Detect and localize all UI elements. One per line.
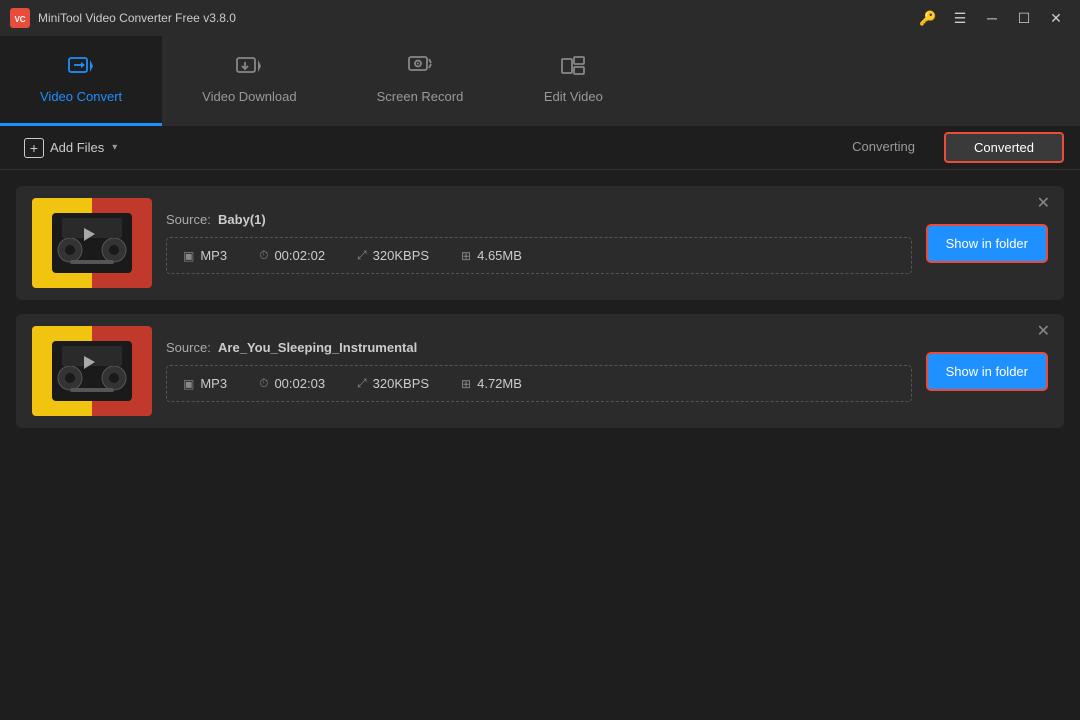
app-title: MiniTool Video Converter Free v3.8.0: [38, 11, 914, 25]
tab-edit-video-label: Edit Video: [544, 89, 603, 104]
title-bar: VC MiniTool Video Converter Free v3.8.0 …: [0, 0, 1080, 36]
duration-1: ⏱ 00:02:02: [259, 248, 325, 263]
close-card-2[interactable]: ✕: [1037, 324, 1050, 340]
file-card-1: Source: Baby(1) ▣ MP3 ⏱ 00:02:02 ⤢ 320KB…: [16, 186, 1064, 300]
filesize-icon-2: ⊞: [461, 377, 471, 391]
close-button[interactable]: ✕: [1042, 7, 1070, 29]
minimize-button[interactable]: ─: [978, 7, 1006, 29]
close-card-1[interactable]: ✕: [1037, 196, 1050, 212]
file-info-1: Source: Baby(1) ▣ MP3 ⏱ 00:02:02 ⤢ 320KB…: [166, 212, 912, 274]
bitrate-icon-2: ⤢: [357, 376, 367, 391]
bitrate-1: ⤢ 320KBPS: [357, 248, 429, 263]
duration-icon-1: ⏱: [259, 248, 268, 263]
menu-button[interactable]: ☰: [946, 7, 974, 29]
format-1: ▣ MP3: [183, 248, 227, 263]
svg-text:VC: VC: [14, 15, 25, 24]
format-icon-2: ▣: [183, 377, 194, 391]
window-controls: 🔑 ☰ ─ ☐ ✕: [914, 7, 1070, 29]
duration-icon-2: ⏱: [259, 376, 268, 391]
filesize-2: ⊞ 4.72MB: [461, 376, 522, 391]
video-download-icon: [236, 55, 262, 83]
app-icon: VC: [10, 8, 30, 28]
source-line-1: Source: Baby(1): [166, 212, 912, 227]
tab-video-download-label: Video Download: [202, 89, 296, 104]
maximize-button[interactable]: ☐: [1010, 7, 1038, 29]
format-2: ▣ MP3: [183, 376, 227, 391]
add-files-button[interactable]: + Add Files ▾: [16, 134, 125, 162]
show-in-folder-button-1[interactable]: Show in folder: [926, 224, 1048, 263]
source-name-2: Are_You_Sleeping_Instrumental: [218, 340, 417, 355]
edit-video-icon: [560, 55, 586, 83]
tab-edit-video[interactable]: Edit Video: [503, 36, 643, 126]
file-details-2: ▣ MP3 ⏱ 00:02:03 ⤢ 320KBPS ⊞ 4.72MB: [166, 365, 912, 402]
tab-video-convert[interactable]: Video Convert: [0, 36, 162, 126]
tab-screen-record[interactable]: Screen Record: [337, 36, 504, 126]
format-icon-1: ▣: [183, 249, 194, 263]
bitrate-2: ⤢ 320KBPS: [357, 376, 429, 391]
source-name-1: Baby(1): [218, 212, 266, 227]
content-area: Source: Baby(1) ▣ MP3 ⏱ 00:02:02 ⤢ 320KB…: [0, 170, 1080, 444]
filesize-icon-1: ⊞: [461, 249, 471, 263]
duration-2: ⏱ 00:02:03: [259, 376, 325, 391]
file-details-1: ▣ MP3 ⏱ 00:02:02 ⤢ 320KBPS ⊞ 4.65MB: [166, 237, 912, 274]
sub-tab-bar: + Add Files ▾ Converting Converted: [0, 126, 1080, 170]
sub-tab-converted[interactable]: Converted: [944, 132, 1064, 163]
add-files-label: Add Files: [50, 140, 104, 155]
sub-tabs: Converting Converted: [823, 132, 1064, 163]
file-thumbnail-1: [32, 198, 152, 288]
sub-tab-converting[interactable]: Converting: [823, 132, 944, 163]
bitrate-icon-1: ⤢: [357, 248, 367, 263]
show-in-folder-button-2[interactable]: Show in folder: [926, 352, 1048, 391]
file-info-2: Source: Are_You_Sleeping_Instrumental ▣ …: [166, 340, 912, 402]
nav-tabs: Video Convert Video Download Screen Reco…: [0, 36, 1080, 126]
tab-screen-record-label: Screen Record: [377, 89, 464, 104]
file-card-2: Source: Are_You_Sleeping_Instrumental ▣ …: [16, 314, 1064, 428]
filesize-1: ⊞ 4.65MB: [461, 248, 522, 263]
key-button[interactable]: 🔑: [914, 7, 942, 29]
screen-record-icon: [407, 55, 433, 83]
add-icon: +: [24, 138, 44, 158]
tab-video-download[interactable]: Video Download: [162, 36, 336, 126]
file-thumbnail-2: [32, 326, 152, 416]
tab-video-convert-label: Video Convert: [40, 89, 122, 104]
video-convert-icon: [68, 55, 94, 83]
dropdown-arrow: ▾: [112, 142, 117, 153]
source-line-2: Source: Are_You_Sleeping_Instrumental: [166, 340, 912, 355]
